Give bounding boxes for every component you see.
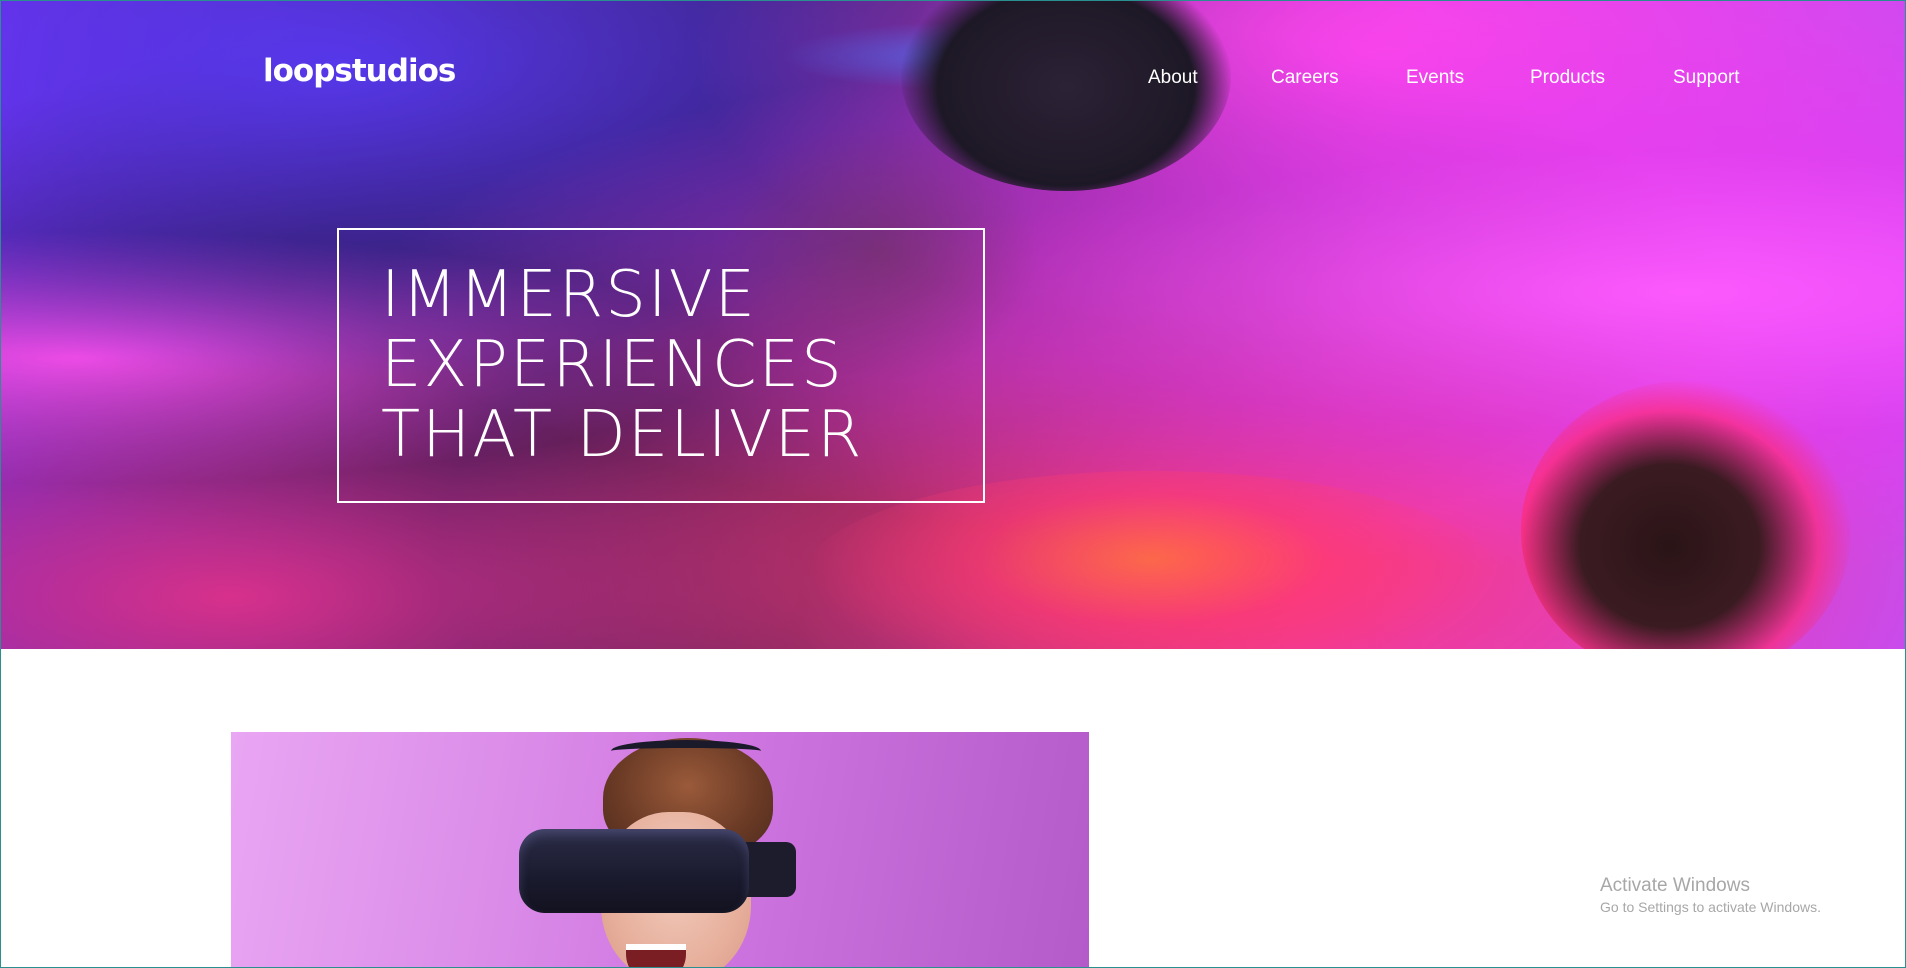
hero-image-wheel: [1521, 381, 1851, 649]
main-nav: About Careers Events Products Support: [1, 67, 1905, 97]
hero-headline-line-1: IMMERSIVE: [381, 258, 757, 332]
nav-events[interactable]: Events: [1406, 67, 1464, 89]
nav-products[interactable]: Products: [1530, 67, 1605, 89]
nav-careers[interactable]: Careers: [1271, 67, 1339, 89]
hero-headline-box: IMMERSIVE EXPERIENCES THAT DELIVER: [337, 228, 985, 503]
hero-headline-line-3: THAT DELIVER: [381, 398, 864, 472]
hero-headline-line-2: EXPERIENCES: [381, 328, 844, 402]
activate-windows-subtitle: Go to Settings to activate Windows.: [1600, 899, 1821, 915]
vr-headset-image: [231, 732, 1089, 967]
nav-about[interactable]: About: [1148, 67, 1198, 89]
vr-image-headset: [519, 829, 749, 913]
vr-image-mouth: [626, 944, 686, 967]
page: loopstudios About Careers Events Product…: [0, 0, 1906, 968]
vr-image-strap: [611, 740, 761, 762]
nav-support[interactable]: Support: [1673, 67, 1740, 89]
activate-windows-watermark: Activate Windows Go to Settings to activ…: [1600, 875, 1821, 917]
activate-windows-title: Activate Windows: [1600, 875, 1750, 896]
hero-section: loopstudios About Careers Events Product…: [1, 1, 1905, 649]
